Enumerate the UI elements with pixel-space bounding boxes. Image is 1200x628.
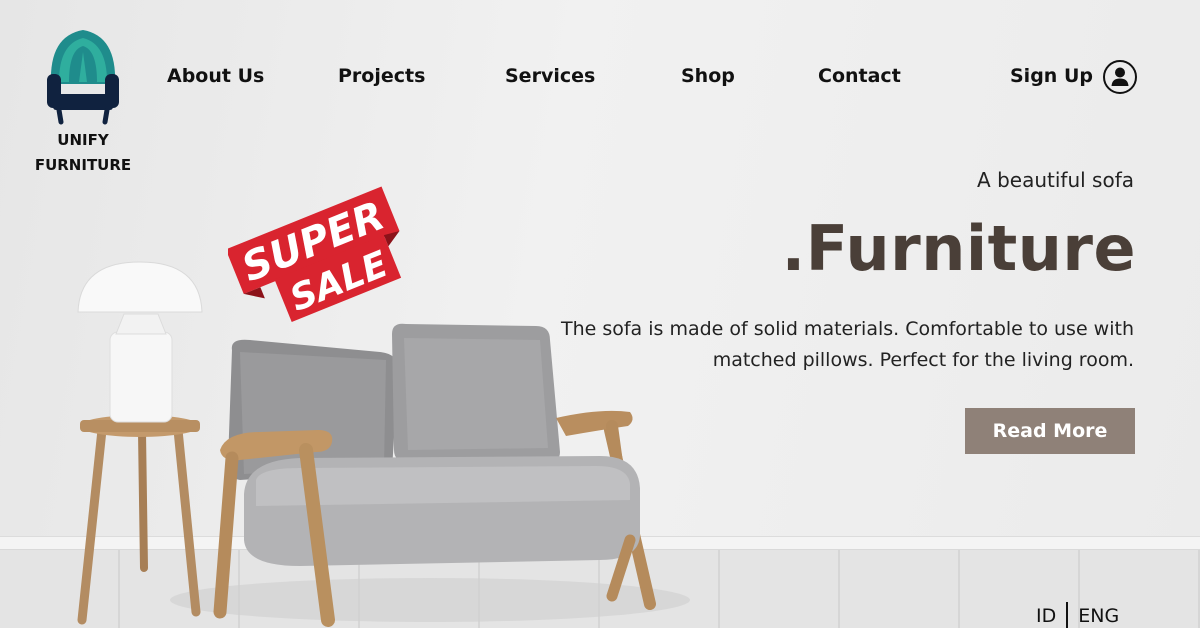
user-icon[interactable] [1102, 59, 1138, 95]
lang-option-eng[interactable]: ENG [1078, 605, 1119, 627]
super-sale-badge: SUPER SALE [225, 178, 414, 328]
nav-services[interactable]: Services [505, 65, 595, 87]
lang-option-id[interactable]: ID [1036, 605, 1056, 627]
brand-logo[interactable]: UNIFY FURNITURE [30, 28, 136, 178]
brand-name-line1: UNIFY [57, 131, 109, 149]
language-divider [1066, 602, 1069, 628]
hero-tagline: A beautiful sofa [977, 168, 1134, 192]
brand-name-line2: FURNITURE [34, 156, 132, 174]
nav-projects[interactable]: Projects [338, 65, 425, 87]
nav-about-us[interactable]: About Us [167, 65, 264, 87]
read-more-button[interactable]: Read More [965, 408, 1135, 454]
hero-headline: .Furniture [781, 212, 1136, 285]
brand-name: UNIFY FURNITURE [30, 128, 136, 178]
language-switcher: ID ENG [1036, 602, 1119, 628]
sign-up-link[interactable]: Sign Up [1010, 65, 1093, 87]
hero-description: The sofa is made of solid materials. Com… [560, 318, 1134, 371]
nav-contact[interactable]: Contact [818, 65, 901, 87]
armchair-logo-icon [47, 30, 119, 125]
nav-shop[interactable]: Shop [681, 65, 735, 87]
